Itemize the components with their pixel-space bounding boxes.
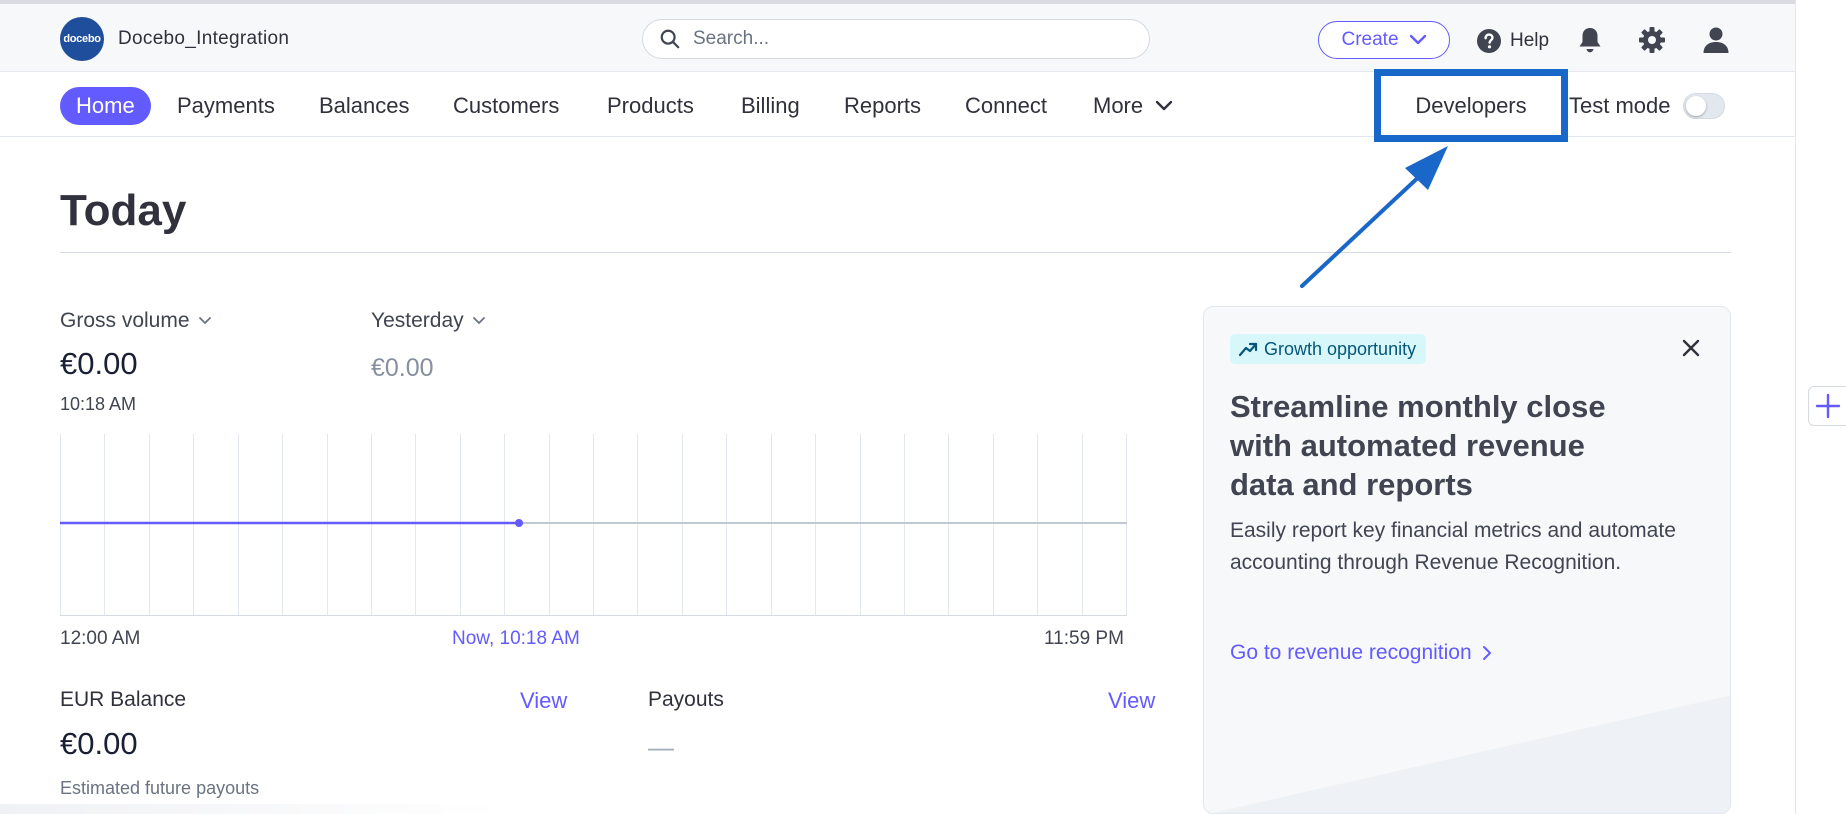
bell-icon [1579,28,1601,53]
add-panel-button[interactable] [1808,386,1846,426]
nav-item-connect[interactable]: Connect [965,87,1047,125]
chevron-down-icon [1409,34,1426,45]
close-icon [1682,339,1700,357]
test-mode-label: Test mode [1569,93,1671,118]
help-button[interactable]: Help [1476,28,1549,54]
comparison-selector[interactable]: Yesterday [371,309,486,333]
yesterday-label: Yesterday [371,309,464,332]
create-button-label: Create [1341,29,1399,50]
nav-item-billing[interactable]: Billing [741,87,800,125]
notifications-button[interactable] [1574,24,1606,56]
chart-axis-start: 12:00 AM [60,628,141,649]
chart-axis-end: 11:59 PM [1044,628,1124,649]
help-icon [1477,29,1501,53]
account-name: Docebo_Integration [118,28,290,49]
chevron-down-icon [472,317,485,324]
balance-view-link[interactable]: View [520,688,567,714]
nav-item-more-label: More [1093,93,1144,118]
card-heading: Streamline monthly close with automated … [1230,389,1606,502]
developers-link[interactable]: Developers [1374,69,1568,142]
account-logo: docebo [60,17,104,61]
help-label: Help [1510,30,1550,51]
bottom-fade [0,804,500,814]
gross-volume-value: €0.00 [60,346,138,381]
plus-icon [1815,393,1841,419]
payouts-value: — [648,732,674,762]
growth-badge: Growth opportunity [1230,334,1427,364]
gross-volume-time: 10:18 AM [60,394,137,414]
test-mode-toggle[interactable] [1682,93,1725,119]
search-bar[interactable] [642,19,1150,59]
close-card-button[interactable] [1678,335,1704,361]
page-title: Today [60,186,187,235]
gear-icon [1639,27,1665,53]
chevron-right-icon [1482,646,1491,660]
search-icon [660,29,680,49]
gross-volume-selector[interactable]: Gross volume [60,309,212,333]
developers-label: Developers [1415,92,1527,118]
account-switcher[interactable]: docebo Docebo_Integration [60,17,289,61]
nav-item-balances[interactable]: Balances [319,87,410,125]
payouts-view-link[interactable]: View [1108,688,1155,714]
card-body: Easily report key financial metrics and … [1230,519,1676,574]
annotation-arrow [1300,146,1448,288]
yesterday-value: €0.00 [371,354,434,382]
nav-item-payments[interactable]: Payments [177,87,275,125]
growth-badge-label: Growth opportunity [1264,338,1417,359]
test-mode-control: Test mode [1569,87,1725,125]
toggle-knob [1685,96,1706,116]
eur-balance-subtext: Estimated future payouts [60,778,260,798]
chevron-down-icon [1155,100,1173,111]
nav-item-reports[interactable]: Reports [844,87,921,125]
top-bar: docebo Docebo_Integration Create Help [0,4,1795,72]
eur-balance-label: EUR Balance [60,688,187,711]
main-nav: Home Payments Balances Customers Product… [0,69,1795,142]
chart-now-point [515,519,523,527]
gross-volume-chart [60,434,1127,616]
nav-item-more[interactable]: More [1093,87,1173,125]
title-divider [60,252,1731,253]
nav-item-home[interactable]: Home [60,87,151,125]
nav-item-products[interactable]: Products [607,87,694,125]
settings-button[interactable] [1636,24,1668,56]
chart-axis-now: Now, 10:18 AM [452,628,580,649]
create-button[interactable]: Create [1318,21,1450,59]
revenue-recognition-link[interactable]: Go to revenue recognition [1230,641,1492,665]
nav-item-customers[interactable]: Customers [453,87,559,125]
chevron-down-icon [198,317,211,324]
growth-opportunity-card: Growth opportunity Streamline monthly cl… [1203,306,1731,814]
search-input[interactable] [693,28,1113,50]
gross-volume-label: Gross volume [60,309,190,332]
profile-button[interactable] [1700,24,1732,56]
eur-balance-value: €0.00 [60,726,138,761]
dashboard-page: docebo Docebo_Integration Create Help [0,0,1846,814]
payouts-label: Payouts [648,688,724,711]
user-icon [1703,27,1729,53]
trending-up-icon [1238,342,1258,357]
revenue-recognition-link-label: Go to revenue recognition [1230,641,1472,664]
